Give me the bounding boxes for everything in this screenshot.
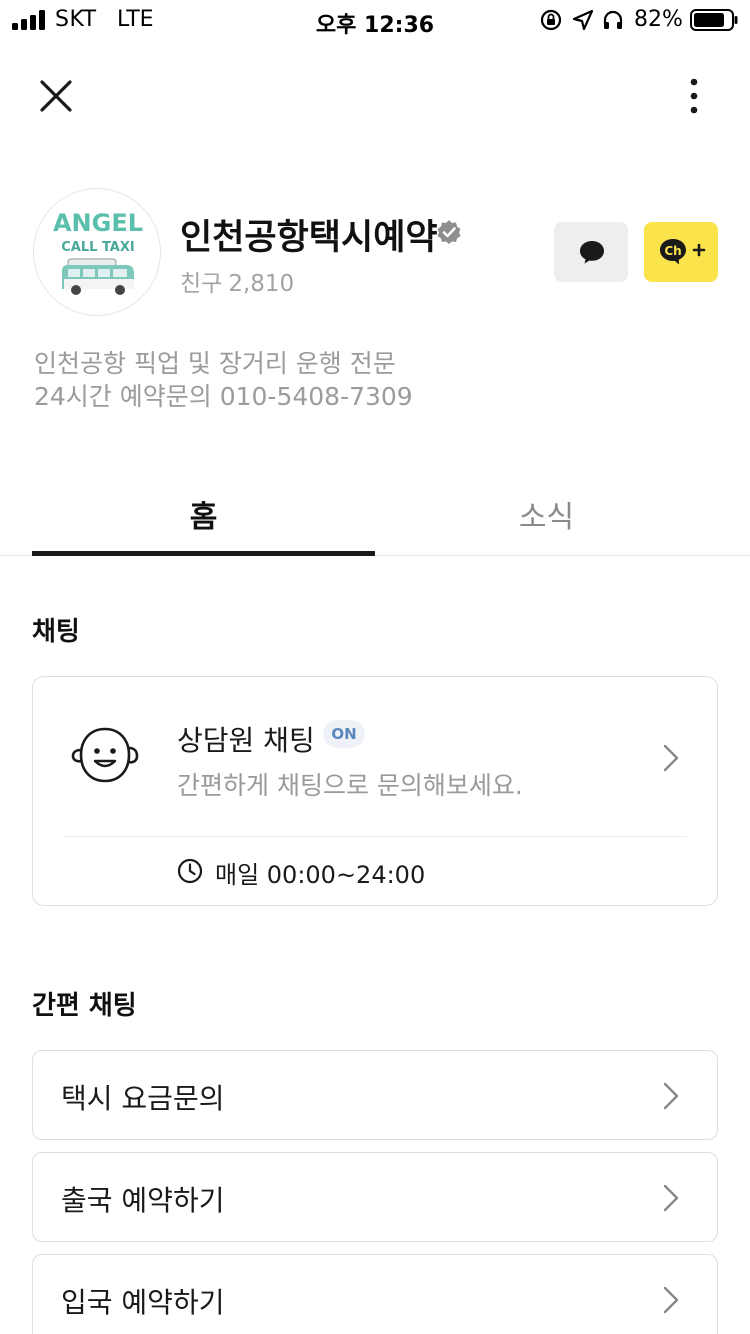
channel-name: 인천공항택시예약 [180, 218, 438, 257]
battery-icon [690, 9, 738, 31]
description-line-2: 24시간 예약문의 010-5408-7309 [34, 382, 413, 411]
chat-bubble-icon [580, 241, 604, 264]
van-icon [62, 258, 134, 295]
status-bar: SKT LTE 오후 12:36 82% [0, 0, 750, 40]
channel-description: 인천공항 픽업 및 장거리 운행 전문 24시간 예약문의 010-5408-7… [34, 347, 413, 413]
quick-chat-item[interactable]: 택시 요금문의 [32, 1050, 718, 1140]
chat-button[interactable] [554, 222, 628, 282]
description-line-1: 인천공항 픽업 및 장거리 운행 전문 [34, 349, 396, 378]
kakao-channel-screen: SKT LTE 오후 12:36 82% ANGEL CALL TAXI 인천공… [0, 0, 750, 1334]
quick-chat-item[interactable]: 입국 예약하기 [32, 1254, 718, 1334]
tab-news[interactable]: 소식 [375, 492, 718, 536]
add-channel-button[interactable]: Ch [644, 222, 718, 282]
tab-home[interactable]: 홈 [32, 492, 375, 536]
agent-chat-title: 상담원 채팅 [177, 724, 315, 757]
tab-bar: 홈 소식 [0, 470, 750, 556]
agent-face-icon [71, 727, 139, 783]
location-icon [572, 9, 594, 31]
channel-avatar[interactable]: ANGEL CALL TAXI [33, 188, 161, 316]
friends-count: 친구 2,810 [180, 264, 294, 298]
chevron-right-icon [663, 1184, 679, 1212]
more-vertical-icon[interactable] [678, 76, 710, 116]
card-divider [64, 836, 687, 837]
rotation-lock-icon [540, 9, 562, 31]
chat-section-title: 채팅 [32, 617, 80, 647]
agent-chat-card[interactable]: 상담원 채팅 ON 간편하게 채팅으로 문의해보세요. 매일 00:00~24:… [32, 676, 718, 906]
logo-text-call-taxi: CALL TAXI [61, 240, 134, 255]
quick-chat-label: 출국 예약하기 [61, 1184, 225, 1217]
quick-chat-label: 입국 예약하기 [61, 1286, 225, 1319]
chevron-right-icon [663, 1082, 679, 1110]
chevron-right-icon [663, 1286, 679, 1314]
svg-text:Ch: Ch [664, 244, 681, 258]
channel-plus-icon: Ch [660, 239, 706, 265]
verified-badge-icon [437, 220, 461, 244]
battery-percentage: 82% [634, 7, 683, 32]
operating-hours: 매일 00:00~24:00 [215, 861, 426, 889]
quick-chat-item[interactable]: 출국 예약하기 [32, 1152, 718, 1242]
agent-chat-subtitle: 간편하게 채팅으로 문의해보세요. [177, 771, 523, 800]
headphones-icon [603, 10, 623, 29]
close-icon[interactable] [36, 76, 76, 116]
logo-text-angel: ANGEL [53, 209, 143, 237]
status-badge: ON [323, 720, 365, 748]
chevron-right-icon [663, 744, 679, 772]
quick-chat-label: 택시 요금문의 [61, 1082, 225, 1115]
friends-label: 친구 [180, 271, 223, 297]
clock-icon [177, 858, 203, 884]
angel-call-taxi-logo: ANGEL CALL TAXI [53, 209, 143, 295]
tab-active-indicator [32, 551, 375, 556]
friends-number: 2,810 [228, 271, 295, 297]
quick-chat-section-title: 간편 채팅 [32, 991, 137, 1021]
